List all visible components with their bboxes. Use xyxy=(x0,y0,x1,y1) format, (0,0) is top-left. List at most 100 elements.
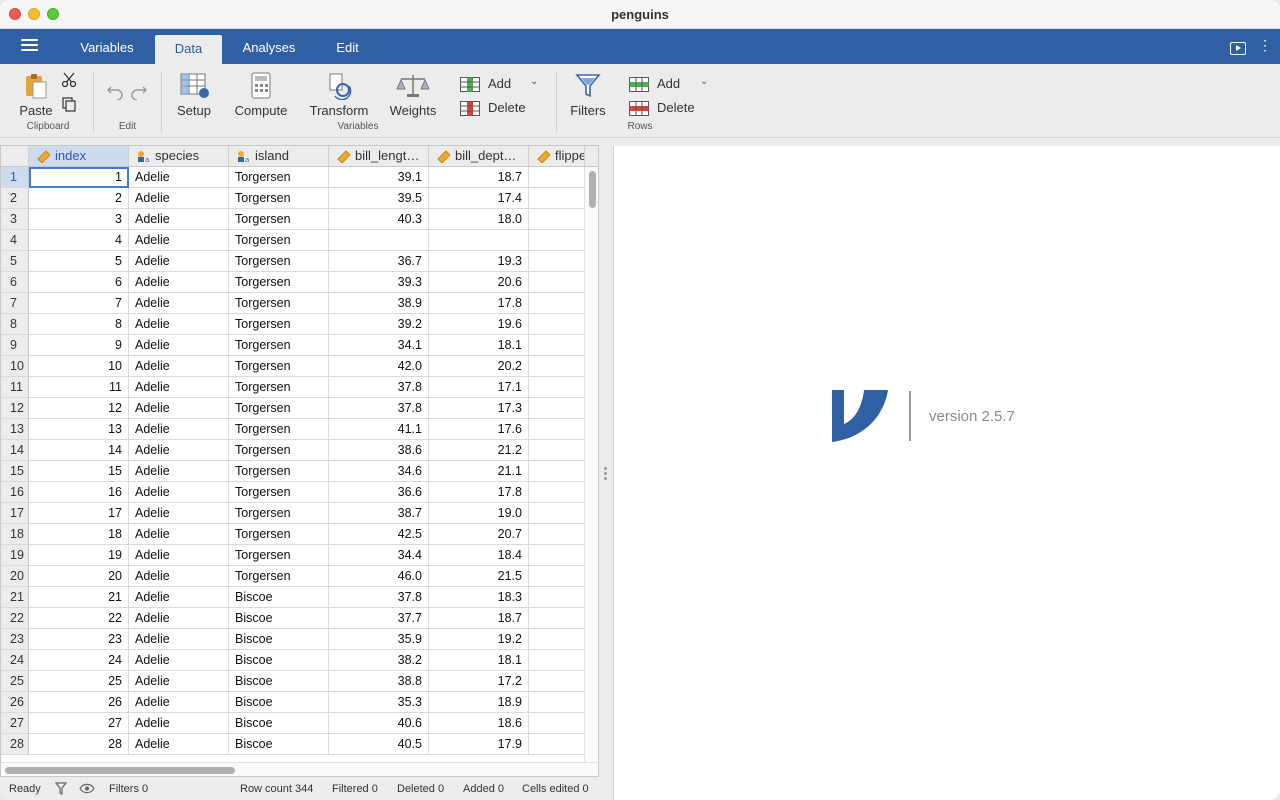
row-number[interactable]: 16 xyxy=(1,482,29,503)
table-cell[interactable]: Adelie xyxy=(129,545,229,566)
table-cell[interactable] xyxy=(529,587,585,608)
row-number[interactable]: 20 xyxy=(1,566,29,587)
row-number[interactable]: 15 xyxy=(1,461,29,482)
row-number[interactable]: 9 xyxy=(1,335,29,356)
more-options-icon[interactable]: ⋮ xyxy=(1258,37,1272,54)
row-number[interactable]: 12 xyxy=(1,398,29,419)
table-cell[interactable]: 3 xyxy=(29,209,129,230)
table-cell[interactable]: Biscoe xyxy=(229,587,329,608)
row-number[interactable]: 14 xyxy=(1,440,29,461)
table-cell[interactable]: 17.4 xyxy=(429,188,529,209)
table-cell[interactable]: 19.2 xyxy=(429,629,529,650)
table-cell[interactable]: 24 xyxy=(29,650,129,671)
table-cell[interactable]: Torgersen xyxy=(229,314,329,335)
table-cell[interactable]: 20.7 xyxy=(429,524,529,545)
table-cell[interactable] xyxy=(529,608,585,629)
table-cell[interactable]: 17 xyxy=(29,503,129,524)
table-cell[interactable]: Adelie xyxy=(129,209,229,230)
table-cell[interactable]: Adelie xyxy=(129,713,229,734)
table-cell[interactable] xyxy=(529,167,585,188)
column-header[interactable]: bill_lengt… xyxy=(329,146,429,166)
table-cell[interactable]: Adelie xyxy=(129,587,229,608)
table-cell[interactable]: 42.0 xyxy=(329,356,429,377)
table-cell[interactable]: 40.3 xyxy=(329,209,429,230)
table-cell[interactable]: Adelie xyxy=(129,524,229,545)
row-number[interactable]: 17 xyxy=(1,503,29,524)
table-cell[interactable]: 6 xyxy=(29,272,129,293)
table-cell[interactable]: 19.0 xyxy=(429,503,529,524)
table-cell[interactable]: Adelie xyxy=(129,671,229,692)
table-cell[interactable] xyxy=(529,398,585,419)
table-cell[interactable]: 34.4 xyxy=(329,545,429,566)
table-cell[interactable]: Adelie xyxy=(129,692,229,713)
table-cell[interactable]: 19.6 xyxy=(429,314,529,335)
table-cell[interactable]: 27 xyxy=(29,713,129,734)
row-number[interactable]: 22 xyxy=(1,608,29,629)
table-cell[interactable]: Torgersen xyxy=(229,167,329,188)
table-cell[interactable] xyxy=(529,482,585,503)
table-cell[interactable]: 36.7 xyxy=(329,251,429,272)
column-header[interactable]: bill_dept… xyxy=(429,146,529,166)
table-cell[interactable]: 36.6 xyxy=(329,482,429,503)
table-cell[interactable]: Adelie xyxy=(129,377,229,398)
table-cell[interactable]: 18.6 xyxy=(429,713,529,734)
table-cell[interactable]: 17.6 xyxy=(429,419,529,440)
table-cell[interactable]: 18.1 xyxy=(429,650,529,671)
row-number[interactable]: 24 xyxy=(1,650,29,671)
row-number[interactable]: 7 xyxy=(1,293,29,314)
table-cell[interactable]: 20.2 xyxy=(429,356,529,377)
cut-icon[interactable] xyxy=(61,72,77,88)
table-cell[interactable] xyxy=(329,230,429,251)
table-cell[interactable]: 34.6 xyxy=(329,461,429,482)
table-cell[interactable]: 25 xyxy=(29,671,129,692)
table-cell[interactable]: Adelie xyxy=(129,608,229,629)
table-cell[interactable]: Adelie xyxy=(129,440,229,461)
table-cell[interactable]: Biscoe xyxy=(229,713,329,734)
row-number[interactable]: 19 xyxy=(1,545,29,566)
column-header[interactable]: a species xyxy=(129,146,229,166)
table-cell[interactable]: 18.3 xyxy=(429,587,529,608)
row-number[interactable]: 8 xyxy=(1,314,29,335)
table-cell[interactable] xyxy=(529,335,585,356)
table-cell[interactable]: 40.5 xyxy=(329,734,429,755)
add-variable-button[interactable]: Add xyxy=(460,74,511,94)
table-cell[interactable]: 38.6 xyxy=(329,440,429,461)
filters-button[interactable]: Filters xyxy=(565,72,611,118)
table-cell[interactable]: Torgersen xyxy=(229,188,329,209)
table-cell[interactable]: 46.0 xyxy=(329,566,429,587)
table-cell[interactable]: Adelie xyxy=(129,188,229,209)
transform-button[interactable]: Transform xyxy=(305,72,373,118)
table-cell[interactable] xyxy=(429,230,529,251)
row-number[interactable]: 26 xyxy=(1,692,29,713)
delete-variable-button[interactable]: Delete xyxy=(460,98,526,118)
table-cell[interactable] xyxy=(529,314,585,335)
row-number[interactable]: 10 xyxy=(1,356,29,377)
row-number[interactable]: 1 xyxy=(1,167,29,188)
tab-data[interactable]: Data xyxy=(155,35,222,64)
row-number[interactable]: 23 xyxy=(1,629,29,650)
table-cell[interactable]: 19 xyxy=(29,545,129,566)
row-number[interactable]: 27 xyxy=(1,713,29,734)
table-cell[interactable] xyxy=(529,293,585,314)
table-cell[interactable]: Adelie xyxy=(129,734,229,755)
table-cell[interactable] xyxy=(529,671,585,692)
table-cell[interactable]: 26 xyxy=(29,692,129,713)
table-cell[interactable] xyxy=(529,629,585,650)
table-cell[interactable] xyxy=(529,209,585,230)
table-cell[interactable]: Torgersen xyxy=(229,356,329,377)
table-cell[interactable]: 20 xyxy=(29,566,129,587)
table-cell[interactable]: 22 xyxy=(29,608,129,629)
table-cell[interactable]: Adelie xyxy=(129,482,229,503)
table-cell[interactable]: Adelie xyxy=(129,566,229,587)
table-cell[interactable]: 21 xyxy=(29,587,129,608)
table-cell[interactable]: Biscoe xyxy=(229,629,329,650)
delete-row-button[interactable]: Delete xyxy=(629,98,695,118)
table-cell[interactable]: Adelie xyxy=(129,398,229,419)
undo-icon[interactable] xyxy=(106,84,124,100)
table-cell[interactable]: Adelie xyxy=(129,650,229,671)
table-cell[interactable]: Adelie xyxy=(129,629,229,650)
add-variable-dropdown-icon[interactable]: ⌄ xyxy=(530,76,538,87)
row-number[interactable]: 28 xyxy=(1,734,29,755)
table-cell[interactable]: Torgersen xyxy=(229,398,329,419)
table-cell[interactable]: 18.7 xyxy=(429,608,529,629)
